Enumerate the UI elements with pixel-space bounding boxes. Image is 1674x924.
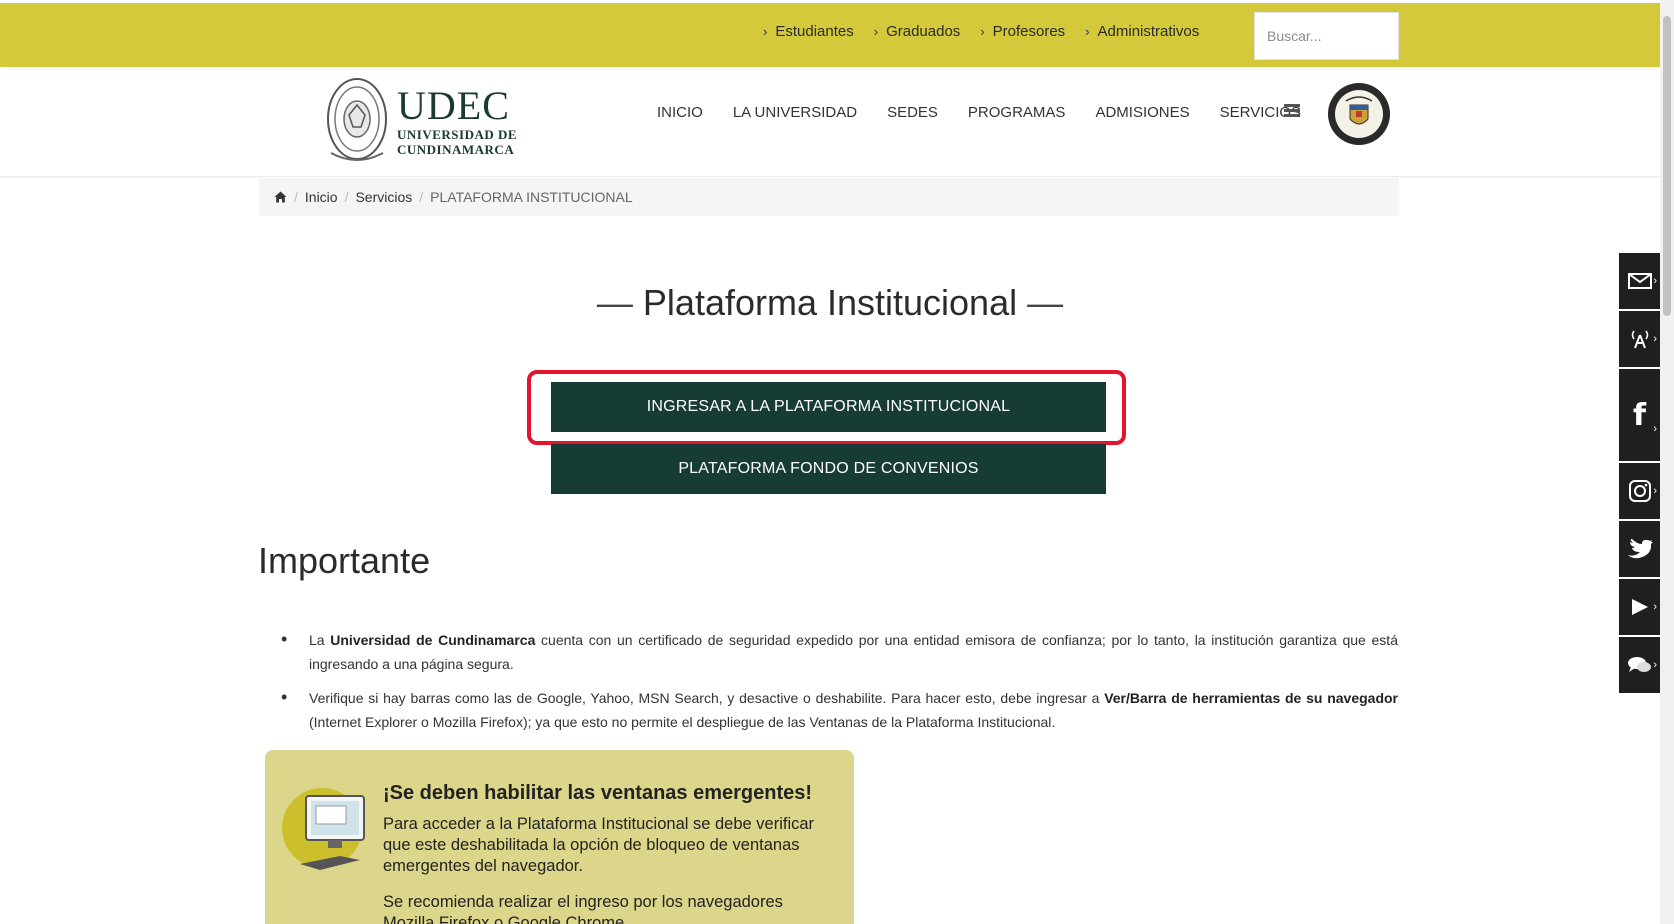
popup-notice: ¡Se deben habilitar las ventanas emergen… <box>265 750 854 924</box>
search-input[interactable] <box>1255 13 1398 59</box>
arrow-icon: › <box>1653 275 1657 287</box>
bullet-text: Verifique si hay barras como las de Goog… <box>309 686 1398 734</box>
link-estudiantes[interactable]: › Estudiantes <box>763 23 854 40</box>
chevron-right-icon: › <box>1085 24 1090 39</box>
colombia-coat-of-arms-icon[interactable] <box>1326 81 1392 147</box>
chevron-right-icon: › <box>873 24 879 39</box>
breadcrumb-separator: / <box>419 189 424 205</box>
breadcrumb-separator: / <box>294 189 298 205</box>
arrow-icon: › <box>1653 423 1657 435</box>
youtube-icon <box>1631 599 1648 615</box>
bullet-text-part: La <box>309 632 331 648</box>
top-bar: › Estudiantes › Graduados › Profesores › Adm… <box>0 3 1660 67</box>
important-list: • La Universidad de Cundinamarca cuenta … <box>278 628 1398 744</box>
ingresar-plataforma-button[interactable]: INGRESAR A LA PLATAFORMA INSTITUCIONAL <box>551 382 1106 432</box>
logo-line2: CUNDINAMARCA <box>397 142 515 157</box>
list-item: • Verifique si hay barras como las de Go… <box>278 686 1398 734</box>
title-dash-left: — <box>596 282 643 323</box>
chevron-right-icon: › <box>980 24 985 39</box>
search-box <box>1254 12 1399 60</box>
mail-icon <box>1627 273 1652 289</box>
breadcrumb-inicio[interactable]: Inicio <box>305 189 338 205</box>
arrow-icon: › <box>1653 601 1657 613</box>
bullet-dot: • <box>281 629 288 649</box>
nav-la-universidad[interactable]: LA UNIVERSIDAD <box>733 104 857 121</box>
logo-text: UDEC UNIVERSIDAD DE CUNDINAMARCA <box>397 83 518 157</box>
notice-body: Para acceder a la Plataforma Institucion… <box>383 815 815 875</box>
link-label: Profesores <box>992 23 1066 40</box>
link-label: Graduados <box>886 23 961 40</box>
arrow-icon: › <box>1653 659 1657 671</box>
site-header: UDEC UNIVERSIDAD DE CUNDINAMARCA INICIO … <box>0 67 1660 177</box>
side-chat-button[interactable]: › <box>1619 637 1660 695</box>
menu-icon[interactable] <box>1284 104 1300 117</box>
section-heading: Importante <box>258 540 431 581</box>
arrow-icon: › <box>1653 485 1657 497</box>
bullet-text-part: Verifique si hay barras como las de Goog… <box>309 690 1105 706</box>
page-title: — Plataforma Institucional — <box>0 282 1660 324</box>
breadcrumb-separator: / <box>344 189 349 205</box>
broadcast-icon <box>1631 330 1648 349</box>
nav-sedes[interactable]: SEDES <box>887 104 938 121</box>
main-nav: INICIO LA UNIVERSIDAD SEDES PROGRAMAS AD… <box>657 104 1301 121</box>
link-profesores[interactable]: › Profesores <box>980 23 1065 40</box>
side-twitter-button[interactable] <box>1619 521 1660 579</box>
chevron-right-icon: › <box>763 24 768 39</box>
bullet-bold-text: Ver/Barra de herramientas de su navegado… <box>1104 690 1398 706</box>
logo-wordmark: UDEC <box>397 83 510 128</box>
list-item: • La Universidad de Cundinamarca cuenta … <box>278 628 1398 676</box>
scrollbar-thumb[interactable] <box>1663 16 1671 316</box>
audience-links: › Estudiantes › Graduados › Profesores › Adm… <box>763 23 1199 40</box>
side-facebook-button[interactable]: f › <box>1619 369 1660 463</box>
bullet-dot: • <box>281 687 288 707</box>
computer-icon <box>282 788 365 870</box>
social-sidebar: › › f › › › › <box>1619 253 1660 695</box>
link-administrativos[interactable]: › Administrativos <box>1085 23 1199 40</box>
breadcrumb-servicios[interactable]: Servicios <box>355 189 412 205</box>
link-graduados[interactable]: › Graduados <box>874 23 961 40</box>
notice-recommendation: Se recomienda realizar el ingreso por lo… <box>383 893 783 924</box>
breadcrumb: / Inicio / Servicios / PLATAFORMA INSTIT… <box>259 178 1399 216</box>
facebook-icon: f <box>1632 397 1647 433</box>
side-mail-button[interactable]: › <box>1619 253 1660 311</box>
university-logo[interactable]: UDEC UNIVERSIDAD DE CUNDINAMARCA <box>325 75 517 167</box>
university-seal-icon <box>327 78 387 161</box>
arrow-icon: › <box>1653 333 1657 345</box>
twitter-icon <box>1627 539 1653 559</box>
bullet-text: La Universidad de Cundinamarca cuenta co… <box>309 628 1398 676</box>
breadcrumb-current: PLATAFORMA INSTITUCIONAL <box>430 189 633 205</box>
notice-title: ¡Se deben habilitar las ventanas emergen… <box>383 782 813 804</box>
home-icon[interactable] <box>274 191 287 203</box>
title-dash-right: — <box>1017 282 1064 323</box>
logo-line1: UNIVERSIDAD DE <box>397 127 518 142</box>
instagram-icon <box>1628 480 1651 502</box>
bullet-bold-text: Universidad de Cundinamarca <box>330 632 536 648</box>
side-instagram-button[interactable]: › <box>1619 463 1660 521</box>
bullet-text-part: (Internet Explorer o Mozilla Firefox); y… <box>309 714 1056 730</box>
page-scrollbar[interactable] <box>1660 0 1674 924</box>
link-label: Administrativos <box>1097 23 1200 40</box>
side-youtube-button[interactable]: › <box>1619 579 1660 637</box>
fondo-convenios-button[interactable]: PLATAFORMA FONDO DE CONVENIOS <box>551 444 1106 494</box>
nav-inicio[interactable]: INICIO <box>657 104 703 121</box>
page-title-text: Plataforma Institucional <box>642 282 1018 323</box>
nav-programas[interactable]: PROGRAMAS <box>968 104 1066 121</box>
side-radio-button[interactable]: › <box>1619 311 1660 369</box>
nav-admisiones[interactable]: ADMISIONES <box>1095 104 1189 121</box>
link-label: Estudiantes <box>775 23 854 40</box>
chat-icon <box>1627 657 1651 672</box>
